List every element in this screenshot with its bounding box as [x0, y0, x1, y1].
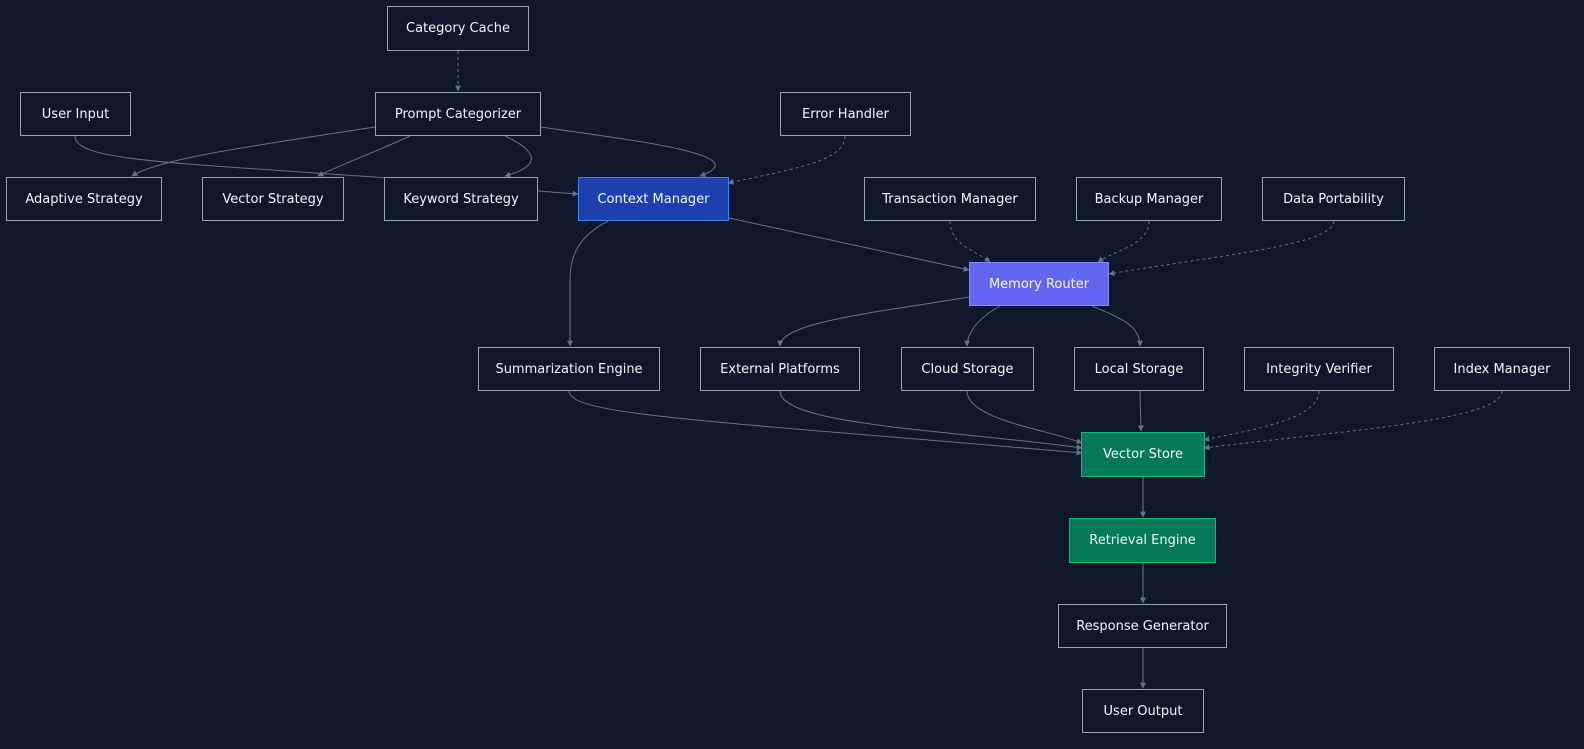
edge-context-manager-to-summarization-engine — [567, 220, 609, 347]
node-integrity-verifier[interactable]: Integrity Verifier — [1244, 347, 1394, 391]
node-summarization-engine[interactable]: Summarization Engine — [478, 347, 660, 391]
edge-context-manager-to-memory-router — [728, 217, 970, 272]
edge-data-portability-to-memory-router — [1108, 220, 1335, 277]
node-response-generator[interactable]: Response Generator — [1058, 604, 1227, 648]
node-context-manager[interactable]: Context Manager — [578, 177, 729, 221]
edge-memory-router-to-local-storage — [1091, 305, 1143, 347]
node-error-handler[interactable]: Error Handler — [780, 92, 911, 136]
node-adaptive-strategy[interactable]: Adaptive Strategy — [6, 177, 162, 221]
node-local-storage[interactable]: Local Storage — [1074, 347, 1204, 391]
node-data-portability[interactable]: Data Portability — [1262, 177, 1405, 221]
node-vector-strategy[interactable]: Vector Strategy — [202, 177, 344, 221]
node-transaction-manager[interactable]: Transaction Manager — [864, 177, 1036, 221]
node-user-output[interactable]: User Output — [1082, 689, 1204, 733]
edge-memory-router-to-external-platforms — [777, 296, 970, 347]
node-keyword-strategy[interactable]: Keyword Strategy — [384, 177, 538, 221]
edge-integrity-verifier-to-vector-store — [1203, 390, 1320, 442]
edge-memory-router-to-cloud-storage — [964, 305, 1001, 347]
node-retrieval-engine[interactable]: Retrieval Engine — [1069, 518, 1216, 563]
edge-backup-manager-to-memory-router — [1097, 220, 1150, 263]
node-index-manager[interactable]: Index Manager — [1434, 347, 1570, 391]
node-memory-router[interactable]: Memory Router — [969, 262, 1109, 306]
edge-prompt-categorizer-to-context-manager — [540, 126, 716, 178]
edge-external-platforms-to-vector-store — [779, 390, 1083, 451]
node-cloud-storage[interactable]: Cloud Storage — [901, 347, 1034, 391]
edge-prompt-categorizer-to-vector-strategy — [317, 135, 411, 177]
node-prompt-categorizer[interactable]: Prompt Categorizer — [375, 92, 541, 136]
node-external-platforms[interactable]: External Platforms — [700, 347, 860, 391]
edge-transaction-manager-to-memory-router — [949, 220, 991, 263]
node-user-input[interactable]: User Input — [20, 92, 131, 136]
node-backup-manager[interactable]: Backup Manager — [1076, 177, 1222, 221]
edge-index-manager-to-vector-store — [1203, 390, 1503, 451]
edge-local-storage-to-vector-store — [1137, 390, 1144, 432]
edge-error-handler-to-context-manager — [727, 135, 846, 185]
node-category-cache[interactable]: Category Cache — [387, 6, 529, 51]
flow-diagram: Category Cache User Input Prompt Categor… — [0, 0, 1584, 749]
node-vector-store[interactable]: Vector Store — [1081, 432, 1205, 477]
edge-prompt-categorizer-to-keyword-strategy — [504, 135, 532, 178]
edge-summarization-engine-to-vector-store — [568, 390, 1083, 456]
edge-cloud-storage-to-vector-store — [966, 390, 1083, 444]
